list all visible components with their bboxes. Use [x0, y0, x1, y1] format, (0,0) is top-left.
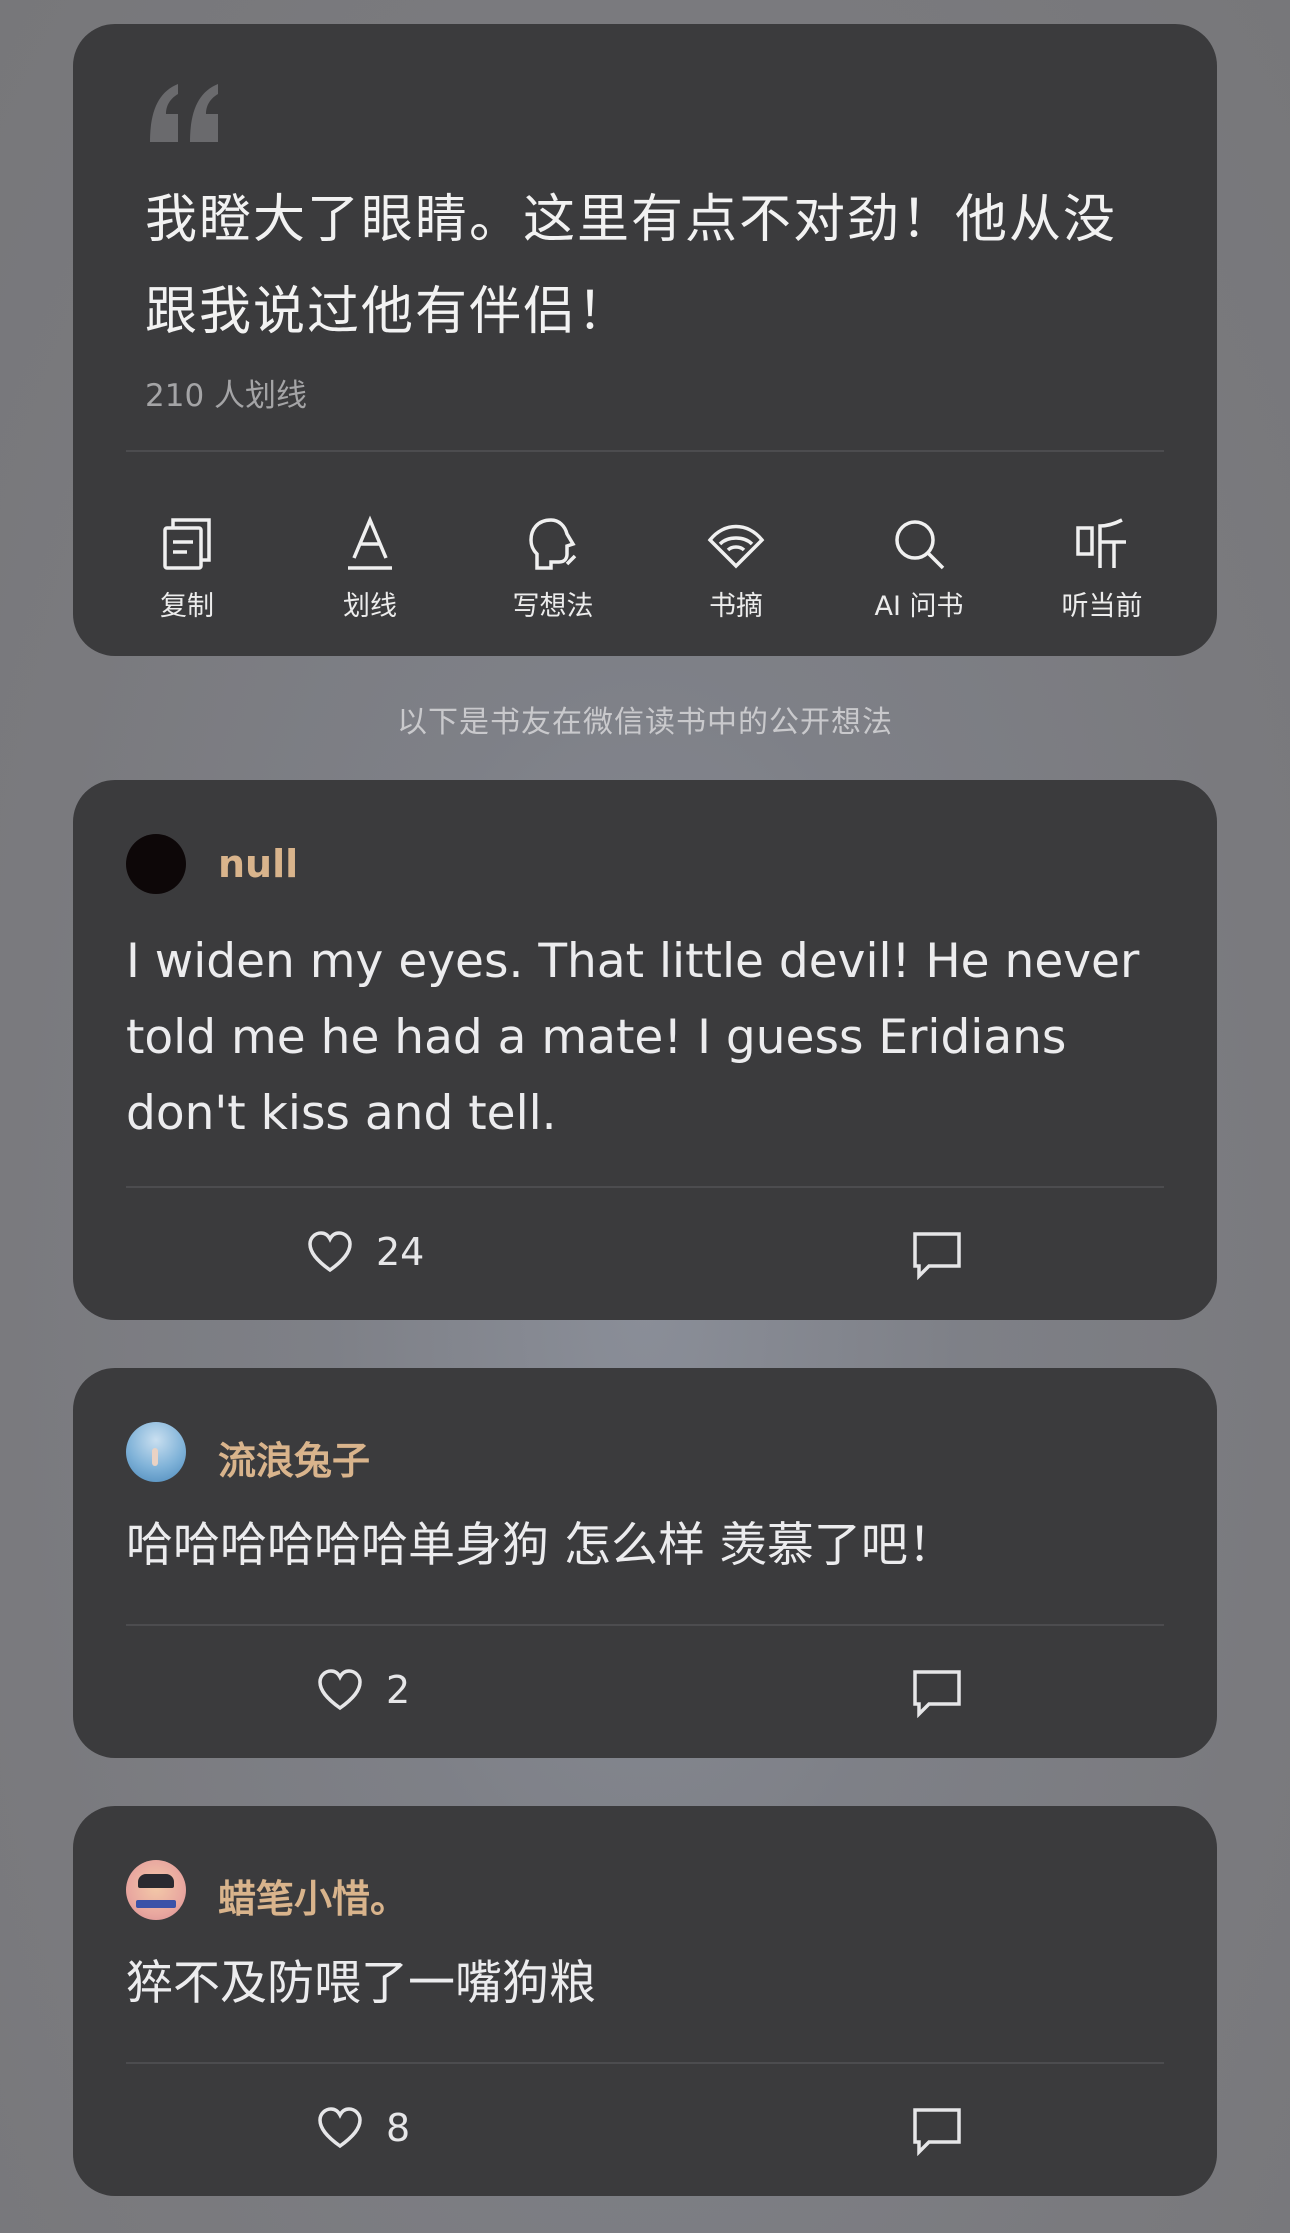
thought-icon — [529, 518, 577, 570]
public-thoughts-hint: 以下是书友在微信读书中的公开想法 — [397, 705, 893, 740]
quote-text: 我瞪大了眼睛。这里有点不对劲！他从没跟我说过他有伴侣！ — [145, 190, 1118, 342]
comment-text: I widen my eyes. That little devil! He n… — [126, 934, 1140, 1141]
comment-text: 猝不及防喂了一嘴狗粮 — [126, 1956, 596, 2011]
avatar[interactable] — [126, 834, 186, 894]
username[interactable]: null — [218, 842, 298, 886]
like-count: 2 — [386, 1668, 411, 1712]
divider — [126, 1186, 1164, 1188]
highlight-quote-card: 我瞪大了眼睛。这里有点不对劲！他从没跟我说过他有伴侣！ 210 人划线 复制 划… — [73, 24, 1217, 656]
quote-mark-icon — [150, 84, 218, 142]
username[interactable]: 蜡笔小惜。 — [218, 1868, 408, 1923]
copy-button[interactable]: 复制 — [107, 494, 267, 623]
comment-text: 哈哈哈哈哈哈单身狗 怎么样 羡慕了吧！ — [126, 1518, 955, 1573]
divider — [126, 2062, 1164, 2064]
listen-label: 听当前 — [1061, 591, 1143, 622]
copy-icon — [163, 518, 211, 570]
write-thought-label: 写想法 — [512, 591, 594, 622]
like-button[interactable]: 24 — [306, 1230, 424, 1274]
copy-label: 复制 — [160, 591, 214, 622]
like-count: 8 — [386, 2106, 411, 2150]
fan-icon — [707, 524, 765, 569]
avatar[interactable] — [126, 1422, 186, 1482]
underline-icon — [348, 515, 392, 570]
excerpt-label: 书摘 — [709, 591, 763, 622]
action-bar: 复制 划线 写想法 书摘 AI 问书 听当前 — [73, 494, 1217, 644]
comment-card: 流浪兔子 哈哈哈哈哈哈单身狗 怎么样 羡慕了吧！ 2 — [73, 1368, 1217, 1758]
comment-icon[interactable] — [911, 2106, 963, 2156]
underline-button[interactable]: 划线 — [290, 494, 450, 623]
ai-ask-button[interactable]: AI 问书 — [839, 494, 999, 623]
heart-icon — [308, 1231, 352, 1273]
comment-icon[interactable] — [911, 1230, 963, 1280]
highlight-count: 210 人划线 — [145, 378, 308, 414]
excerpt-button[interactable]: 书摘 — [656, 494, 816, 623]
listen-icon — [1076, 518, 1126, 568]
divider — [126, 450, 1164, 452]
like-count: 24 — [376, 1230, 425, 1274]
like-button[interactable]: 2 — [316, 1668, 410, 1712]
comment-icon[interactable] — [911, 1668, 963, 1718]
search-icon — [895, 520, 945, 570]
ai-ask-label: AI 问书 — [874, 591, 964, 622]
underline-label: 划线 — [343, 591, 397, 622]
listen-button[interactable]: 听当前 — [1022, 494, 1182, 623]
avatar[interactable] — [126, 1860, 186, 1920]
heart-icon — [318, 1669, 362, 1711]
comment-card: 蜡笔小惜。 猝不及防喂了一嘴狗粮 8 — [73, 1806, 1217, 2196]
username[interactable]: 流浪兔子 — [218, 1430, 370, 1485]
divider — [126, 1624, 1164, 1626]
comment-card: null I widen my eyes. That little devil!… — [73, 780, 1217, 1320]
write-thought-button[interactable]: 写想法 — [473, 494, 633, 623]
like-button[interactable]: 8 — [316, 2106, 410, 2150]
heart-icon — [318, 2107, 362, 2149]
